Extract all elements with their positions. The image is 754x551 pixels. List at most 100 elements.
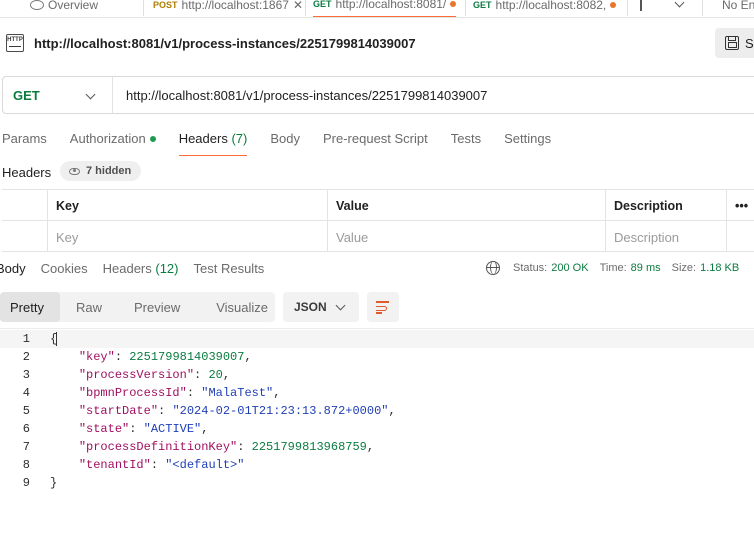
json-key: "state" <box>78 422 130 436</box>
chevron-down-icon <box>674 0 685 7</box>
code-content: } <box>50 476 58 490</box>
tab-overflow-button[interactable] <box>674 0 685 17</box>
new-tab-button[interactable] <box>640 0 642 17</box>
line-number: 1 <box>22 332 30 346</box>
close-icon[interactable]: ✕ <box>293 0 303 13</box>
code-content: "state": "ACTIVE", <box>78 422 209 436</box>
http-request-icon: HTTP <box>6 34 24 52</box>
more-options-button[interactable]: ••• <box>727 190 754 220</box>
save-button[interactable]: S <box>715 28 754 58</box>
tab-get-8082[interactable]: GET http://localhost:8082, <box>473 0 617 17</box>
response-body-viewer[interactable]: 1{2 "key": 2251799814039007, 3 "processVe… <box>0 328 754 493</box>
line-number: 3 <box>22 368 30 382</box>
unsaved-dot-icon <box>450 1 457 7</box>
eye-icon <box>69 167 80 175</box>
column-header-key: Key <box>48 190 328 220</box>
tab-body[interactable]: Body <box>270 126 300 156</box>
json-key: "tenantId" <box>78 458 151 472</box>
overview-icon <box>30 0 44 10</box>
row-checkbox[interactable] <box>2 221 48 251</box>
status-badge: 200 OK <box>551 262 589 274</box>
code-line: 3 "processVersion": 20, <box>0 366 754 384</box>
line-number: 4 <box>22 386 30 400</box>
tab-response-body[interactable]: Body <box>0 261 26 276</box>
request-tabs: Params Authorization Headers (7) Body Pr… <box>2 126 574 156</box>
header-value-input[interactable]: Value <box>328 221 606 251</box>
code-line: 4 "bpmnProcessId": "MalaTest", <box>0 384 754 402</box>
globe-icon[interactable] <box>486 261 500 275</box>
status-dot-icon <box>149 136 156 142</box>
status-stat[interactable]: Status: 200 OK <box>513 262 589 274</box>
request-title-bar: HTTP http://localhost:8081/v1/process-in… <box>0 28 754 60</box>
json-key: "bpmnProcessId" <box>78 386 187 400</box>
size-stat[interactable]: Size: 1.18 KB <box>672 262 740 274</box>
format-select[interactable]: JSON <box>283 292 359 322</box>
json-key: "startDate" <box>78 404 159 418</box>
response-tabs: Body Cookies Headers (12) Test Results <box>0 261 279 276</box>
method-label: GET <box>13 87 40 103</box>
tab-pre-request-script[interactable]: Pre-request Script <box>323 126 428 156</box>
code-line: 7 "processDefinitionKey": 22517998139687… <box>0 438 754 456</box>
tab-headers[interactable]: Headers (7) <box>178 126 248 156</box>
tab-tests[interactable]: Tests <box>451 126 481 156</box>
tab-authorization[interactable]: Authorization <box>70 126 156 156</box>
method-select[interactable]: GET <box>3 77 113 113</box>
code-content: "processDefinitionKey": 2251799813968759… <box>78 440 375 454</box>
format-label: JSON <box>294 300 327 314</box>
save-button-label: S <box>745 35 754 51</box>
hidden-headers-toggle[interactable]: 7 hidden <box>60 161 142 181</box>
tab-params[interactable]: Params <box>2 126 47 156</box>
request-title[interactable]: http://localhost:8081/v1/process-instanc… <box>34 36 416 51</box>
json-value: "MalaTest" <box>201 386 274 400</box>
headers-section-label: Headers <box>2 165 52 180</box>
header-key-input[interactable]: Key <box>48 221 328 251</box>
text-cursor <box>56 332 57 346</box>
checkbox-column-header <box>2 190 48 220</box>
json-value: 2251799814039007 <box>129 350 245 364</box>
tab-response-cookies[interactable]: Cookies <box>41 261 88 276</box>
json-value: 2251799813968759 <box>251 440 367 454</box>
request-url-bar: GET <box>2 76 754 114</box>
tab-response-headers[interactable]: Headers (12) <box>103 261 179 276</box>
code-content: "processVersion": 20, <box>78 368 231 382</box>
tab-divider <box>143 0 144 16</box>
tab-label: http://localhost:8081/ <box>335 0 447 11</box>
environment-label: No En <box>722 0 754 12</box>
url-input[interactable] <box>113 77 754 113</box>
wrap-lines-button[interactable] <box>367 292 399 322</box>
view-mode-pretty[interactable]: Pretty <box>0 292 60 322</box>
method-badge: POST <box>153 0 178 10</box>
chevron-down-icon <box>85 89 96 100</box>
code-line: 8 "tenantId": "<default>" <box>0 456 754 474</box>
header-description-input[interactable]: Description <box>606 221 727 251</box>
tab-label: http://localhost:8082, <box>495 0 607 12</box>
json-key: "processDefinitionKey" <box>78 440 238 454</box>
code-line: 2 "key": 2251799814039007, <box>0 348 754 366</box>
method-badge: GET <box>473 0 492 10</box>
code-content: "startDate": "2024-02-01T21:23:13.872+00… <box>78 404 396 418</box>
plus-icon <box>640 0 642 11</box>
json-value: 20 <box>208 368 223 382</box>
time-stat[interactable]: Time: 89 ms <box>600 262 661 274</box>
tab-divider <box>465 0 466 16</box>
json-key: "processVersion" <box>78 368 195 382</box>
tab-settings[interactable]: Settings <box>504 126 551 156</box>
column-header-value: Value <box>328 190 606 220</box>
view-mode-preview[interactable]: Preview <box>122 292 200 322</box>
code-line: 9} <box>0 474 754 492</box>
line-number: 2 <box>22 350 30 364</box>
json-value: "<default>" <box>165 458 245 472</box>
view-mode-visualize[interactable]: Visualize <box>200 292 284 322</box>
json-value: "2024-02-01T21:23:13.872+0000" <box>172 404 389 418</box>
tab-post-request[interactable]: POST http://localhost:1867 ✕ <box>153 0 303 17</box>
tab-divider <box>305 0 306 16</box>
method-badge: GET <box>313 0 332 9</box>
line-number: 8 <box>22 458 30 472</box>
view-mode-raw[interactable]: Raw <box>60 292 122 322</box>
response-stats: Status: 200 OK Time: 89 ms Size: 1.18 KB <box>513 262 750 274</box>
tab-overview[interactable]: Overview <box>30 0 99 17</box>
environment-selector[interactable]: No En <box>722 0 754 17</box>
tab-test-results[interactable]: Test Results <box>194 261 265 276</box>
tab-get-8081[interactable]: GET http://localhost:8081/ <box>313 0 457 17</box>
tab-label: Overview <box>48 0 99 12</box>
